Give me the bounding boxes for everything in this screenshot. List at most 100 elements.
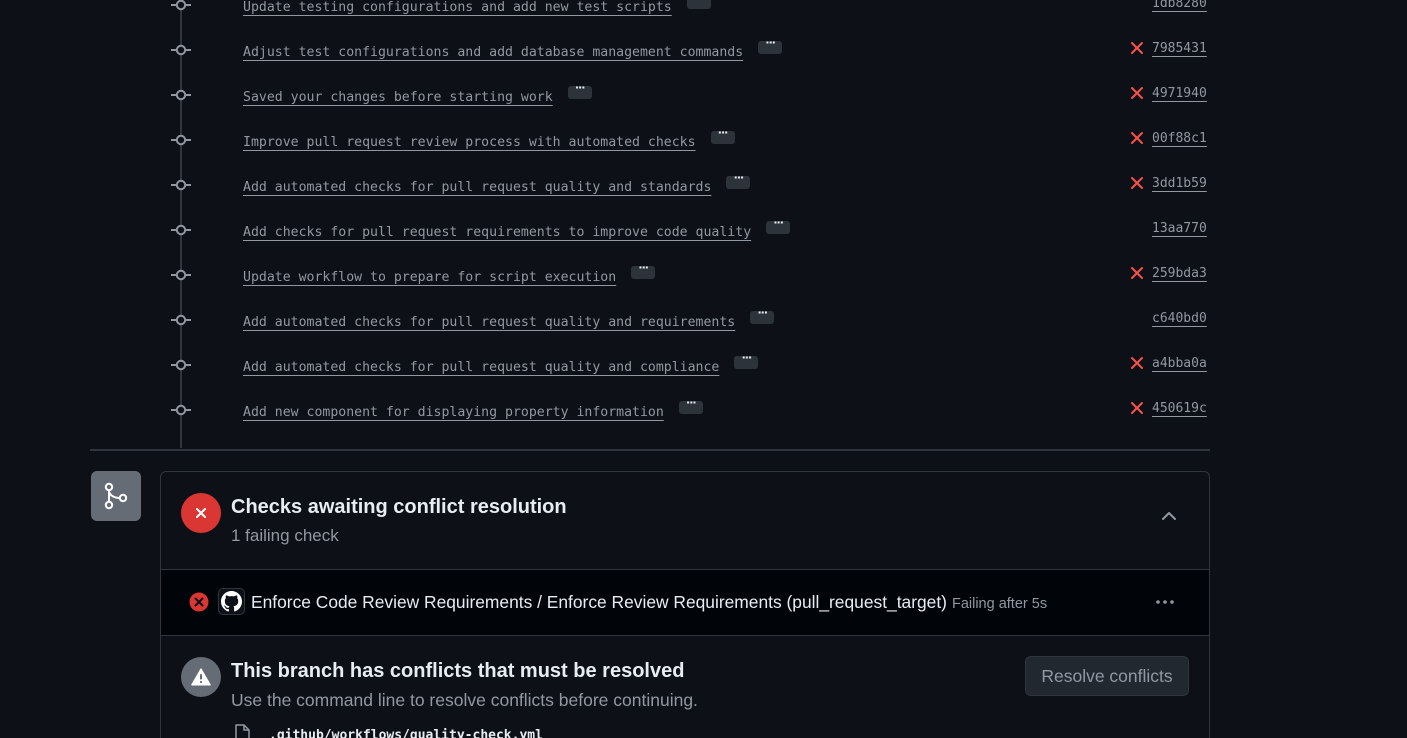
commit-message-link[interactable]: Update testing configurations and add ne… <box>243 0 672 15</box>
conflict-section: This branch has conflicts that must be r… <box>161 636 1209 738</box>
commit-message-group: Update workflow to prepare for script ex… <box>243 261 656 285</box>
commit-sha-link[interactable]: a4bba0a <box>1152 356 1207 371</box>
commit-sha-link[interactable]: 7985431 <box>1152 41 1207 56</box>
commit-sha-link[interactable]: 259bda3 <box>1152 266 1207 281</box>
commit-expand-button[interactable]: ··· <box>766 216 791 234</box>
ellipsis-icon: ··· <box>686 396 697 409</box>
commit-sha-link[interactable]: c640bd0 <box>1152 311 1207 326</box>
conflict-subtitle: Use the command line to resolve conflict… <box>231 690 698 710</box>
checks-subtitle: 1 failing check <box>231 526 339 545</box>
commit-sha-link[interactable]: 1db8280 <box>1152 0 1207 11</box>
commit-sha-link[interactable]: 4971940 <box>1152 86 1207 101</box>
ellipsis-icon: ··· <box>717 126 729 139</box>
commit-expand-button[interactable]: ··· <box>734 351 759 369</box>
x-icon[interactable] <box>1130 401 1144 415</box>
git-commit-icon <box>171 404 191 416</box>
github-mark-icon <box>221 591 242 612</box>
commit-row: Update workflow to prepare for script ex… <box>0 261 1407 308</box>
git-commit-icon <box>171 179 191 191</box>
timeline-divider <box>90 449 1210 451</box>
git-commit-icon <box>171 269 191 281</box>
conflict-file-name: .github/workflows/quality-check.yml <box>269 728 543 738</box>
resolve-conflicts-button[interactable]: Resolve conflicts <box>1025 656 1189 696</box>
git-commit-icon <box>171 89 191 101</box>
checks-title: Checks awaiting conflict resolution <box>231 496 567 518</box>
ellipsis-icon: ··· <box>765 36 776 49</box>
check-title: Enforce Code Review Requirements / Enfor… <box>251 592 947 612</box>
ellipsis-icon: ··· <box>687 0 711 4</box>
commit-sha-link[interactable]: 13aa770 <box>1152 221 1207 236</box>
ellipsis-icon: ··· <box>733 171 745 184</box>
commit-expand-button[interactable]: ··· <box>710 126 735 144</box>
commit-message-link[interactable]: Saved your changes before starting work <box>243 90 553 105</box>
x-icon[interactable] <box>1130 41 1144 55</box>
commit-expand-button[interactable]: ··· <box>686 0 711 9</box>
commit-message-group: Add automated checks for pull request qu… <box>243 351 759 375</box>
commit-message-group: Saved your changes before starting work ·… <box>243 81 592 105</box>
x-circle-fill-icon <box>189 592 209 612</box>
commit-message-group: Improve pull request review process with… <box>243 126 735 150</box>
x-icon[interactable] <box>1130 176 1144 190</box>
commit-message-link[interactable]: Add automated checks for pull request qu… <box>243 315 735 330</box>
x-icon[interactable] <box>1130 266 1144 280</box>
commit-message-link[interactable]: Adjust test configurations and add datab… <box>243 45 743 60</box>
commit-sha-link[interactable]: 00f88c1 <box>1152 131 1207 146</box>
checks-fail-badge <box>181 493 221 533</box>
commit-row: Adjust test configurations and add datab… <box>0 36 1407 83</box>
x-icon[interactable] <box>1130 131 1144 145</box>
git-commit-icon <box>171 224 191 236</box>
commit-message-link[interactable]: Add checks for pull request requirements… <box>243 225 751 240</box>
commit-row: Saved your changes before starting work ·… <box>0 81 1407 128</box>
commit-message-group: Update testing configurations and add ne… <box>243 0 711 15</box>
commit-message-group: Adjust test configurations and add datab… <box>243 36 783 60</box>
github-app-avatar <box>218 588 245 615</box>
commit-message-group: Add automated checks for pull request qu… <box>243 306 775 330</box>
check-row[interactable]: Enforce Code Review Requirements / Enfor… <box>161 569 1209 636</box>
check-status: Failing after 5s <box>951 596 1048 612</box>
commit-expand-button[interactable]: ··· <box>678 396 703 414</box>
commit-message-link[interactable]: Add new component for displaying propert… <box>243 405 664 420</box>
ellipsis-icon: ··· <box>638 261 649 274</box>
commit-sha-link[interactable]: 450619c <box>1152 401 1207 416</box>
commit-expand-button[interactable]: ··· <box>750 306 775 324</box>
x-icon <box>196 508 206 518</box>
commit-message-link[interactable]: Add automated checks for pull request qu… <box>243 360 719 375</box>
commit-row: Update testing configurations and add ne… <box>0 0 1407 38</box>
kebab-horizontal-icon[interactable] <box>1153 590 1177 614</box>
commit-message-group: Add automated checks for pull request qu… <box>243 171 751 195</box>
commit-message-group: Add checks for pull request requirements… <box>243 216 791 240</box>
commit-expand-button[interactable]: ··· <box>631 261 656 279</box>
git-commit-icon <box>171 359 191 371</box>
git-commit-icon <box>171 134 191 146</box>
commit-sha-link[interactable]: 3dd1b59 <box>1152 176 1207 191</box>
file-icon <box>235 724 250 738</box>
commit-message-link[interactable]: Add automated checks for pull request qu… <box>243 180 711 195</box>
checks-header: Checks awaiting conflict resolution 1 fa… <box>161 472 1209 569</box>
commit-row: Add checks for pull request requirements… <box>0 216 1407 263</box>
commit-expand-button[interactable]: ··· <box>567 81 592 99</box>
ellipsis-icon: ··· <box>773 216 784 229</box>
commit-row: Add new component for displaying propert… <box>0 396 1407 443</box>
commit-row: Add automated checks for pull request qu… <box>0 351 1407 398</box>
conflict-badge <box>181 657 221 697</box>
git-commit-icon <box>171 0 191 11</box>
ellipsis-icon: ··· <box>574 81 586 94</box>
commit-expand-button[interactable]: ··· <box>726 171 751 189</box>
merge-status-panel: Checks awaiting conflict resolution 1 fa… <box>160 471 1210 738</box>
git-merge-icon <box>104 482 128 510</box>
chevron-up-icon[interactable] <box>1157 508 1181 524</box>
check-name[interactable]: Enforce Code Review Requirements / Enfor… <box>251 592 1047 613</box>
x-icon[interactable] <box>1130 356 1144 370</box>
ellipsis-icon: ··· <box>741 351 753 364</box>
conflict-title: This branch has conflicts that must be r… <box>231 660 685 682</box>
git-commit-icon <box>171 44 191 56</box>
git-commit-icon <box>171 314 191 326</box>
commit-row: Improve pull request review process with… <box>0 126 1407 173</box>
commit-expand-button[interactable]: ··· <box>758 36 783 54</box>
merge-icon-box <box>91 471 141 521</box>
commit-message-link[interactable]: Improve pull request review process with… <box>243 135 696 150</box>
commit-row: Add automated checks for pull request qu… <box>0 306 1407 353</box>
x-icon[interactable] <box>1130 86 1144 100</box>
commit-message-link[interactable]: Update workflow to prepare for script ex… <box>243 270 616 285</box>
ellipsis-icon: ··· <box>757 306 768 319</box>
